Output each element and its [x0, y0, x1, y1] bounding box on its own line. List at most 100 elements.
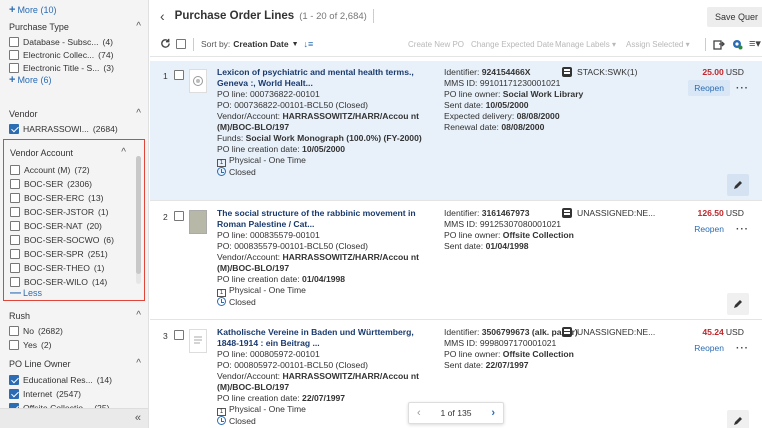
caret-down-icon: ▼ — [291, 40, 299, 48]
refresh-icon[interactable] — [160, 38, 171, 51]
edit-button[interactable] — [727, 410, 749, 428]
edit-button[interactable] — [727, 174, 749, 196]
chevron-up-icon: ^ — [136, 108, 141, 119]
row-title-link[interactable]: Lexicon of psychiatric and mental health… — [217, 67, 433, 89]
next-page-icon[interactable]: › — [491, 407, 495, 419]
facet-vendor-account-header[interactable]: Vendor Account ^ — [10, 147, 134, 158]
row-title-link[interactable]: The social structure of the rabbinic mov… — [217, 208, 433, 230]
facet-checkbox[interactable] — [9, 374, 19, 385]
chevron-up-icon: ^ — [136, 310, 141, 321]
facet-checkbox[interactable] — [10, 206, 20, 217]
facet-item[interactable]: HARRASSOWI... (2684) — [9, 122, 118, 135]
row-checkbox[interactable] — [174, 330, 184, 340]
facet-item[interactable]: Educational Res... (14) — [9, 373, 112, 386]
select-all-checkbox[interactable] — [176, 39, 186, 49]
row-location: UNASSIGNED:NE... — [562, 327, 692, 337]
row-title-link[interactable]: Katholische Vereine in Baden und Württem… — [217, 327, 433, 349]
facet-checkbox[interactable] — [10, 262, 20, 273]
clock-icon — [217, 297, 226, 306]
row-checkbox[interactable] — [174, 211, 184, 221]
table-row[interactable]: 2 The social structure of the rabbinic m… — [150, 202, 762, 320]
create-new-po-button[interactable]: Create New PO — [408, 40, 464, 49]
facet-checkbox[interactable] — [9, 49, 19, 60]
facet-checkbox[interactable] — [9, 339, 19, 350]
facet-rush-header[interactable]: Rush ^ — [9, 310, 148, 321]
chevron-up-icon: ^ — [136, 21, 141, 32]
facet-item[interactable]: Electronic Collec... (74) — [9, 48, 113, 61]
settings-icon[interactable] — [731, 38, 743, 52]
change-expected-date-button[interactable]: Change Expected Date — [471, 40, 554, 49]
more-facets-link[interactable]: + More (10) — [9, 4, 56, 15]
facet-checkbox[interactable] — [9, 388, 19, 399]
export-icon[interactable] — [713, 38, 725, 52]
prev-page-icon[interactable]: ‹ — [417, 407, 421, 419]
more-actions-icon[interactable]: ··· — [736, 83, 749, 94]
facet-checkbox[interactable] — [9, 62, 19, 73]
facet-item[interactable]: BOC-SER-SOCWO (6) — [10, 233, 114, 246]
facet-checkbox[interactable] — [10, 192, 20, 203]
location-icon — [562, 208, 572, 218]
divider — [372, 9, 374, 23]
assign-selected-button[interactable]: Assign Selected ▾ — [626, 40, 690, 49]
facet-vendor-header[interactable]: Vendor ^ — [9, 108, 148, 119]
row-number: 3 — [163, 331, 168, 341]
reopen-button[interactable]: Reopen — [688, 221, 730, 237]
list-view-icon[interactable]: ≡▾ — [749, 37, 761, 50]
row-price: 126.50 USD — [697, 208, 744, 218]
facet-item[interactable]: Account (M) (72) — [10, 163, 90, 176]
facet-checkbox[interactable] — [10, 178, 20, 189]
document-thumbnail-icon — [189, 329, 207, 353]
facet-checkbox[interactable] — [10, 220, 20, 231]
vendor-account-less-link[interactable]: — Less — [10, 287, 42, 298]
facet-item[interactable]: Electronic Title - S... (3) — [9, 61, 114, 74]
facet-item[interactable]: BOC-SER (2306) — [10, 177, 92, 190]
facet-scrollbar-thumb[interactable] — [136, 156, 141, 274]
facet-item[interactable]: No (2682) — [9, 324, 63, 337]
list-toolbar: Sort by: Creation Date ▼ ↓≡ Create New P… — [150, 33, 762, 57]
facet-checkbox[interactable] — [10, 276, 20, 287]
sort-direction-icon[interactable]: ↓≡ — [304, 39, 314, 49]
facet-purchase-type-header[interactable]: Purchase Type ^ — [9, 21, 148, 32]
collapse-sidebar-button[interactable]: « — [0, 408, 148, 428]
facet-item[interactable]: Database - Subsc... (4) — [9, 35, 113, 48]
row-checkbox[interactable] — [174, 70, 184, 80]
row-details: The social structure of the rabbinic mov… — [217, 208, 433, 308]
facet-item[interactable]: BOC-SER-WILO (14) — [10, 275, 107, 288]
row-location: UNASSIGNED:NE... — [562, 208, 692, 218]
clock-icon — [217, 416, 226, 425]
reopen-button[interactable]: Reopen — [688, 340, 730, 356]
back-arrow-icon[interactable]: ‹ — [160, 8, 165, 24]
facet-checkbox[interactable] — [10, 234, 20, 245]
facet-item[interactable]: BOC-SER-THEO (1) — [10, 261, 104, 274]
facet-item[interactable]: Internet (2547) — [9, 387, 81, 400]
row-actions: Reopen ··· — [688, 340, 749, 356]
physical-icon: 1 — [217, 289, 226, 297]
edit-button[interactable] — [727, 293, 749, 315]
facet-item[interactable]: Yes (2) — [9, 338, 52, 351]
manage-labels-button[interactable]: Manage Labels ▾ — [555, 40, 616, 49]
facet-checkbox[interactable] — [9, 36, 19, 47]
more-actions-icon[interactable]: ··· — [736, 343, 749, 354]
facet-item[interactable]: BOC-SER-ERC (13) — [10, 191, 103, 204]
facet-checkbox[interactable] — [10, 248, 20, 259]
facet-item[interactable]: BOC-SER-NAT (20) — [10, 219, 102, 232]
purchase-type-more-link[interactable]: + More (6) — [9, 74, 51, 85]
sort-control[interactable]: Sort by: Creation Date ▼ ↓≡ — [201, 39, 313, 49]
facet-item[interactable]: BOC-SER-JSTOR (1) — [10, 205, 109, 218]
facet-sidebar: + More (10) Purchase Type ^ Database - S… — [0, 0, 149, 428]
facet-scrollbar[interactable] — [136, 156, 141, 284]
facet-checkbox[interactable] — [9, 123, 19, 134]
table-row[interactable]: 1 Lexicon of psychiatric and mental heal… — [150, 61, 762, 201]
facet-item[interactable]: BOC-SER-SPR (251) — [10, 247, 108, 260]
book-cover-thumbnail — [189, 210, 207, 234]
more-actions-icon[interactable]: ··· — [736, 224, 749, 235]
facet-po-line-owner-header[interactable]: PO Line Owner ^ — [9, 358, 148, 369]
page-indicator: 1 of 135 — [440, 408, 472, 418]
facet-checkbox[interactable] — [10, 164, 20, 175]
pencil-icon — [734, 181, 742, 189]
facet-checkbox[interactable] — [9, 325, 19, 336]
reopen-button[interactable]: Reopen — [688, 80, 730, 96]
save-query-button[interactable]: Save Quer — [706, 7, 762, 27]
page-title: Purchase Order Lines — [174, 10, 295, 22]
divider — [193, 38, 194, 51]
